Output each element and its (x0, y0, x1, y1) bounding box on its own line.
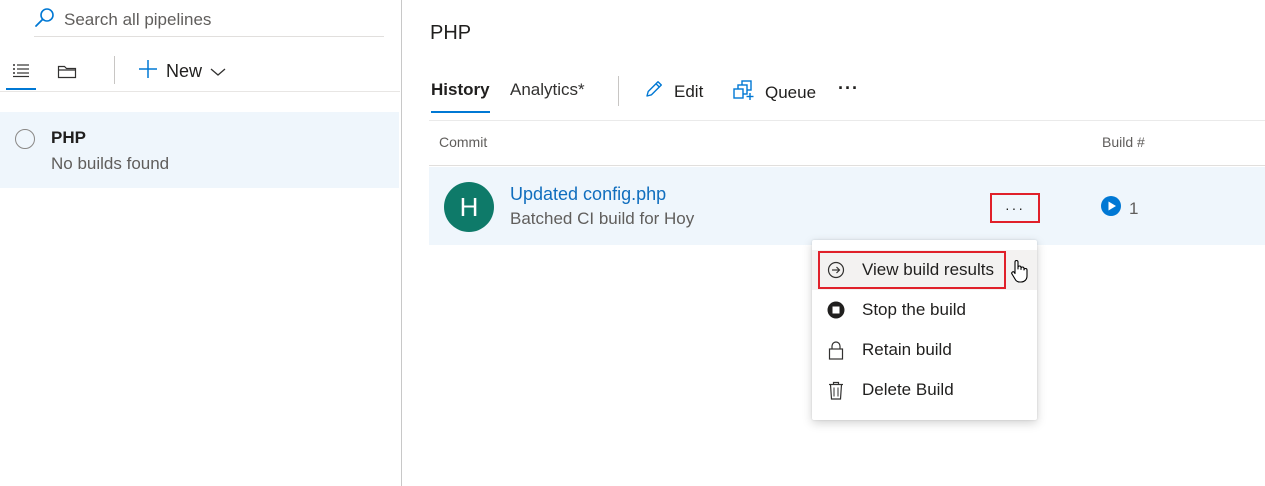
hand-cursor-icon (1010, 259, 1028, 288)
menu-item-view-build-results[interactable]: View build results (812, 250, 1037, 290)
search-input[interactable] (64, 10, 364, 30)
more-icon: ··· (838, 78, 859, 98)
page-title: PHP (430, 22, 472, 44)
pipeline-item-php[interactable]: PHP No builds found (0, 112, 399, 188)
menu-item-label: Delete Build (862, 380, 954, 399)
circle-status-icon (15, 129, 35, 149)
commit-subtitle: Batched CI build for Hoy (510, 209, 695, 228)
row-more-button[interactable]: ··· (990, 193, 1040, 223)
edit-button[interactable]: Edit (644, 79, 703, 104)
queue-icon (733, 79, 755, 106)
column-header-build-number: Build # (1102, 134, 1145, 150)
table-row[interactable]: H Updated config.php Batched CI build fo… (429, 167, 1265, 245)
lock-icon (826, 340, 846, 360)
menu-item-label: View build results (862, 260, 994, 279)
menu-item-label: Retain build (862, 340, 952, 359)
list-view-toggle[interactable] (6, 56, 36, 90)
build-number-value: 1 (1129, 198, 1139, 218)
pipeline-tabs-bar: History Analytics* Edit Queue ··· (430, 72, 1265, 120)
arrow-circle-right-icon (826, 260, 846, 280)
more-icon: ··· (1005, 200, 1025, 216)
pencil-icon (644, 79, 664, 104)
pipeline-status-text: No builds found (51, 154, 170, 173)
view-toggle-bar: New (0, 52, 400, 92)
new-pipeline-button[interactable]: New (138, 58, 226, 84)
stop-icon (826, 300, 846, 320)
tab-analytics[interactable]: Analytics* (510, 80, 585, 110)
pipeline-name: PHP (51, 128, 86, 147)
avatar: H (444, 182, 494, 232)
list-icon (12, 62, 30, 83)
plus-icon (138, 59, 158, 84)
menu-item-label: Stop the build (862, 300, 966, 319)
queue-button[interactable]: Queue (733, 79, 816, 106)
menu-item-delete-build[interactable]: Delete Build (812, 370, 1037, 410)
build-number[interactable]: 1 (1101, 196, 1138, 221)
edit-label: Edit (674, 81, 704, 101)
toolbar-divider (114, 56, 115, 84)
menu-item-retain-build[interactable]: Retain build (812, 330, 1037, 370)
queue-label: Queue (765, 82, 817, 102)
folder-icon (57, 63, 77, 84)
chevron-down-icon (210, 61, 226, 82)
commit-title-link[interactable]: Updated config.php (510, 184, 666, 205)
tabs-divider (618, 76, 619, 106)
more-actions-button[interactable]: ··· (838, 78, 859, 99)
pipelines-sidebar: New PHP No builds found (0, 0, 402, 486)
builds-table-header: Commit Build # (429, 120, 1265, 166)
folder-view-toggle[interactable] (52, 56, 82, 90)
tab-history[interactable]: History (431, 80, 490, 113)
column-header-commit: Commit (439, 134, 488, 150)
running-icon (1101, 196, 1121, 221)
new-button-label: New (166, 60, 203, 81)
pipeline-search (34, 5, 384, 37)
menu-item-stop-build[interactable]: Stop the build (812, 290, 1037, 330)
trash-icon (826, 380, 846, 400)
build-context-menu: View build results Stop the build Retain… (812, 240, 1037, 420)
